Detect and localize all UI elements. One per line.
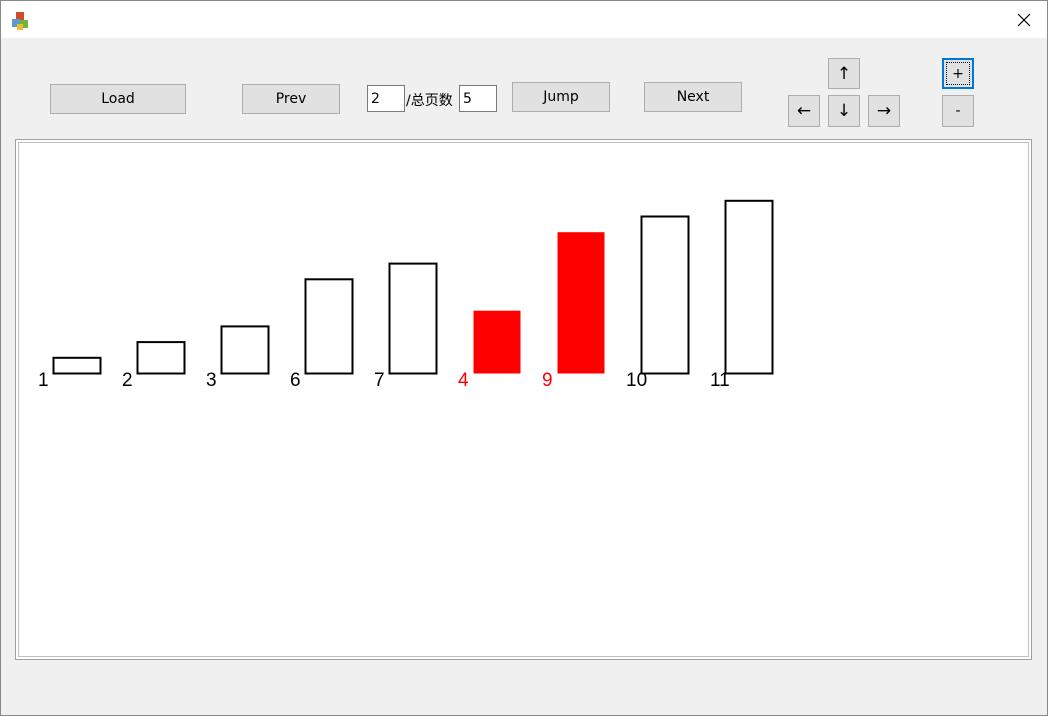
bar-label-3: 3 xyxy=(206,370,217,391)
bar-1 xyxy=(52,356,102,375)
bar-11 xyxy=(724,199,774,375)
bar-4 xyxy=(473,310,521,374)
up-arrow-button[interactable]: ↑ xyxy=(828,58,860,89)
bar-chart: 1 2 3 6 7 4 9 10 11 xyxy=(38,199,774,391)
bar-9 xyxy=(557,232,605,374)
close-button[interactable] xyxy=(1001,1,1047,38)
bar-label-4: 4 xyxy=(458,370,469,391)
zoom-in-button[interactable]: + xyxy=(942,58,974,89)
bar-2 xyxy=(136,341,186,375)
bar-6 xyxy=(304,278,354,375)
close-icon xyxy=(1017,13,1031,26)
bar-10 xyxy=(640,215,690,375)
left-arrow-button[interactable]: ← xyxy=(788,95,820,127)
bar-label-6: 6 xyxy=(290,370,301,391)
bar-label-2: 2 xyxy=(122,370,133,391)
app-icon xyxy=(12,12,28,30)
right-arrow-button[interactable]: → xyxy=(868,95,900,127)
bar-label-7: 7 xyxy=(374,370,385,391)
page-number-input[interactable] xyxy=(367,85,405,112)
bar-label-9: 9 xyxy=(542,370,553,391)
bar-7 xyxy=(388,262,438,375)
bar-label-11: 11 xyxy=(710,370,730,391)
zoom-out-button[interactable]: - xyxy=(942,95,974,127)
bar-3 xyxy=(220,325,270,375)
load-button[interactable]: Load xyxy=(50,84,186,114)
jump-button[interactable]: Jump xyxy=(512,82,610,112)
page-separator-label: /总页数 xyxy=(406,93,453,109)
bar-label-10: 10 xyxy=(626,370,647,391)
prev-button[interactable]: Prev xyxy=(242,84,340,114)
bar-label-1: 1 xyxy=(38,370,49,391)
total-pages-input[interactable] xyxy=(459,85,497,112)
title-bar xyxy=(1,1,1047,38)
down-arrow-button[interactable]: ↓ xyxy=(828,95,860,127)
chart-canvas: 1 2 3 6 7 4 9 10 11 xyxy=(15,139,1032,660)
next-button[interactable]: Next xyxy=(644,82,742,112)
